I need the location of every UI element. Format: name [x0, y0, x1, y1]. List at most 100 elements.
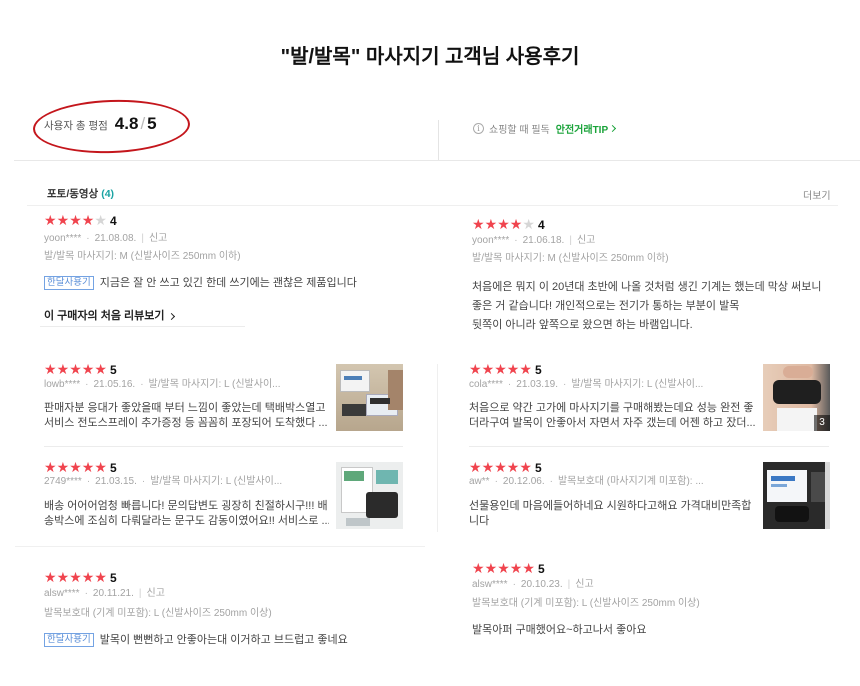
- star-filled-icon: ★: [469, 362, 482, 378]
- review-rating: ★ ★ ★ ★ ★ 5: [44, 460, 117, 476]
- star-filled-icon: ★: [81, 460, 95, 476]
- page-title: "발/발목" 마사지기 고객님 사용후기: [280, 46, 580, 68]
- section-divider: [15, 546, 425, 547]
- first-review-link[interactable]: 이 구매자의 처음 리뷰보기: [44, 308, 175, 324]
- month-use-badge: 한달사용기: [44, 633, 94, 647]
- star-filled-icon: ★: [481, 362, 495, 378]
- purchase-option: 발/발목 마사지기: L (신발사이...: [137, 476, 282, 487]
- rating-number: 5: [109, 363, 117, 377]
- review-date: 21.08.08.: [81, 233, 136, 244]
- review-photo[interactable]: [763, 462, 830, 529]
- review-text: 니다: [469, 515, 490, 527]
- photo-section-title: 포토/동영상 (4): [47, 186, 114, 201]
- star-rating: ★ ★ ★ ★ ★: [472, 217, 535, 233]
- review-text: 판매자분 응대가 좋았을때 부터 느낌이 좋았는데 택배박스열고: [44, 402, 326, 414]
- review-text: 지금은 잘 안 쓰고 있긴 한데 쓰기에는 괜찮은 제품입니다: [99, 277, 357, 289]
- star-filled-icon: ★: [494, 362, 507, 378]
- purchase-option: 발/발목 마사지기: L (신발사이...: [135, 379, 280, 390]
- reviewer-id: yoon****: [44, 233, 82, 244]
- review-text: 서비스 전도스프레이 추가증정 등 꼼꼼히 포장되어 도착했다 ...: [44, 417, 328, 429]
- report-link[interactable]: 신고: [564, 235, 595, 246]
- star-filled-icon: ★: [472, 561, 485, 577]
- reviewer-id: 2749****: [44, 476, 82, 487]
- star-filled-icon: ★: [484, 561, 498, 577]
- report-link[interactable]: 신고: [136, 233, 167, 244]
- first-review-link-label: 이 구매자의 처음 리뷰보기: [44, 310, 165, 322]
- star-filled-icon: ★: [69, 570, 82, 586]
- review-meta: aw**20.12.06.발목보호대 (마사지기계 미포함): ...: [469, 475, 755, 489]
- star-rating: ★ ★ ★ ★ ★: [472, 561, 535, 577]
- review-text: 송박스에 조심히 다뤄달라는 문구도 감동이였어요!! 서비스로 ...: [44, 515, 329, 527]
- review-photo[interactable]: [336, 462, 403, 529]
- photo-review-item[interactable]: ★★★★★ 5 lowb****21.05.16.발/발목 마사지기: L (신…: [44, 362, 329, 438]
- star-filled-icon: ★: [506, 460, 520, 476]
- star-filled-icon: ★: [81, 213, 95, 229]
- rating-number: 4: [109, 214, 117, 228]
- purchase-option: 발/발목 마사지기: L (신발사이...: [558, 379, 703, 390]
- review-rating: ★ ★ ★ ★ ★ 4: [472, 217, 545, 233]
- review-body: 한달사용기 발목이 뻔뻔하고 안좋아는대 이거하고 브드럽고 좋네요: [44, 632, 348, 648]
- review-text: 뒷쪽이 아니라 앞쪽으로 왔으면 하는 바램입니다.: [472, 319, 693, 331]
- star-filled-icon: ★: [469, 460, 482, 476]
- star-filled-icon: ★: [69, 460, 82, 476]
- more-button[interactable]: 더보기: [803, 187, 831, 202]
- report-link[interactable]: 신고: [563, 579, 594, 590]
- star-filled-icon: ★: [56, 362, 70, 378]
- star-filled-icon: ★: [44, 362, 57, 378]
- info-icon: i: [473, 122, 484, 134]
- review-photo[interactable]: [336, 364, 403, 431]
- review-rating: ★ ★ ★ ★ ★ 5: [469, 460, 542, 476]
- report-link[interactable]: 신고: [134, 588, 165, 599]
- star-filled-icon: ★: [519, 362, 532, 378]
- star-filled-icon: ★: [497, 561, 510, 577]
- star-empty-icon: ★: [94, 213, 107, 229]
- review-meta: alsw****20.11.21.신고: [44, 587, 165, 601]
- safe-trade-tip-link[interactable]: 안전거래TIP: [556, 121, 617, 136]
- rating-number: 5: [109, 461, 117, 475]
- purchase-option: 발목보호대 (기계 미포함): L (신발사이즈 250mm 이상): [472, 598, 700, 609]
- review-date: 20.12.06.: [490, 476, 545, 487]
- star-filled-icon: ★: [44, 570, 57, 586]
- review-item: ★★★★★ 4 yoon****21.08.08.신고 발/발목 마사지기: M…: [44, 213, 424, 333]
- star-rating: ★ ★ ★ ★ ★: [44, 362, 107, 378]
- review-text: 발목아퍼 구매했어요~하고나서 좋아요: [472, 624, 647, 636]
- header-divider: [438, 120, 439, 160]
- review-rating: ★ ★ ★ ★ ★ 4: [44, 213, 117, 229]
- review-rating: ★ ★ ★ ★ ★ 5: [472, 561, 545, 577]
- star-filled-icon: ★: [497, 217, 510, 233]
- purchase-option: 발목보호대 (마사지기계 미포함): ...: [545, 476, 704, 487]
- reviewer-id: alsw****: [44, 588, 80, 599]
- review-divider: [44, 446, 403, 447]
- photo-review-item[interactable]: ★★★★★ 5 cola****21.03.19.발/발목 마사지기: L (신…: [469, 362, 755, 438]
- purchase-option: 발/발목 마사지기: M (신발사이즈 250mm 이하): [44, 251, 241, 262]
- photo-review-item[interactable]: ★★★★★ 5 2749****21.03.15.발/발목 마사지기: L (신…: [44, 460, 329, 536]
- review-rating: ★ ★ ★ ★ ★ 5: [44, 362, 117, 378]
- review-date: 20.10.23.: [508, 579, 563, 590]
- reviewer-id: cola****: [469, 379, 503, 390]
- star-filled-icon: ★: [481, 460, 495, 476]
- review-rating: ★ ★ ★ ★ ★ 5: [44, 570, 117, 586]
- reviewer-id: lowb****: [44, 379, 81, 390]
- star-rating: ★ ★ ★ ★ ★: [44, 460, 107, 476]
- review-item: ★★★★★ 4 yoon****21.06.18.신고 발/발목 마사지기: M…: [472, 217, 854, 337]
- review-meta: alsw****20.10.23.신고: [472, 578, 594, 592]
- notice-text: 쇼핑할 때 필독: [489, 124, 550, 136]
- review-rating: ★ ★ ★ ★ ★ 5: [469, 362, 542, 378]
- review-meta: lowb****21.05.16.발/발목 마사지기: L (신발사이...: [44, 378, 329, 392]
- star-filled-icon: ★: [81, 362, 95, 378]
- review-item: ★★★★★ 5 alsw****20.11.21.신고 발목보호대 (기계 미포…: [44, 570, 424, 650]
- star-filled-icon: ★: [69, 362, 82, 378]
- star-rating: ★ ★ ★ ★ ★: [44, 213, 107, 229]
- star-filled-icon: ★: [81, 570, 95, 586]
- review-page: "발/발목" 마사지기 고객님 사용후기 사용자 총 평점 4.8 / 5 i …: [0, 0, 860, 686]
- photo-review-item[interactable]: ★★★★★ 5 aw**20.12.06.발목보호대 (마사지기계 미포함): …: [469, 460, 755, 536]
- star-filled-icon: ★: [69, 213, 82, 229]
- reviewer-id: yoon****: [472, 235, 510, 246]
- star-filled-icon: ★: [44, 213, 57, 229]
- star-filled-icon: ★: [44, 460, 57, 476]
- review-date: 21.05.16.: [80, 379, 135, 390]
- review-photo[interactable]: 3: [763, 364, 830, 431]
- star-filled-icon: ★: [94, 570, 107, 586]
- highlight-circle: [32, 97, 191, 156]
- review-text: 처음으로 약간 고가에 마사지기를 구매해봤는데요 성능 완전 좋: [469, 402, 754, 414]
